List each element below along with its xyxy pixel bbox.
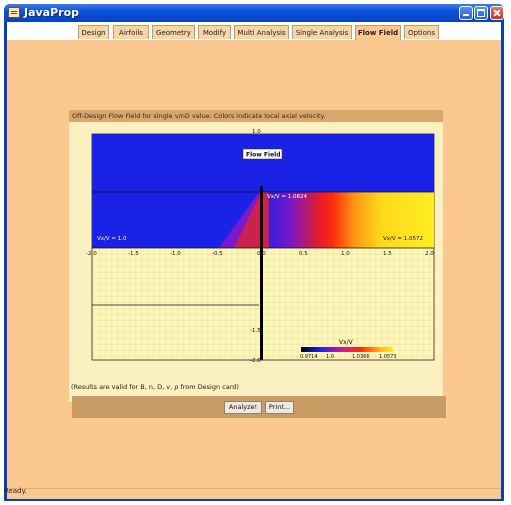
legend-color-bar — [301, 347, 393, 352]
label-far-wake: Vx/V = 1.0572 — [383, 236, 423, 242]
tab-airfoils[interactable]: Airfoils — [113, 25, 149, 39]
free-stream-region — [92, 134, 434, 192]
tab-geometry[interactable]: Geometry — [152, 25, 195, 39]
tab-modify[interactable]: Modify — [198, 25, 231, 39]
legend-tick: 0.9714 — [300, 354, 318, 360]
x-tick-label: 1.5 — [383, 251, 392, 257]
tab-single-analysis[interactable]: Single Analysis — [292, 25, 352, 39]
analyze-button[interactable]: Analyze! — [224, 401, 262, 414]
legend-title: Vx/V — [339, 339, 354, 346]
label-max-velocity: Vx/V = 1.0824 — [267, 194, 307, 200]
status-text: Ready. — [4, 487, 27, 495]
print-button[interactable]: Print... — [265, 401, 294, 414]
y-tick-label: -2.0 — [250, 358, 261, 364]
main-window: JavaProp Design Airfoils Geometry Modify… — [4, 4, 504, 501]
button-bar: Analyze! Print... — [72, 396, 446, 418]
y-tick-label: 1.0 — [252, 129, 261, 135]
tab-bar: Design Airfoils Geometry Modify Multi An… — [7, 22, 501, 40]
close-button[interactable] — [490, 6, 504, 20]
maximize-button[interactable] — [474, 6, 488, 20]
status-bar — [7, 488, 501, 499]
x-tick-label: -1.0 — [170, 251, 181, 257]
window-title: JavaProp — [24, 6, 80, 19]
y-tick-label: -1.5 — [250, 328, 261, 334]
title-bar: JavaProp — [4, 4, 504, 22]
tab-options[interactable]: Options — [404, 25, 439, 39]
client-area: Design Airfoils Geometry Modify Multi An… — [7, 22, 501, 499]
minimize-button[interactable] — [459, 6, 473, 20]
x-tick-label: 0.0 — [257, 251, 266, 257]
legend-tick: 1.0 — [326, 354, 334, 360]
legend-tick: 1.0366 — [352, 354, 370, 360]
tab-design[interactable]: Design — [78, 25, 109, 39]
flow-field-plot: -2.0 -1.5 -1.0 -0.5 0.0 0.5 1.0 1.5 2.0 … — [86, 129, 435, 364]
legend-tick: 1.0573 — [379, 354, 397, 360]
flow-field-panel: Off-Design Flow Field for single v/nD va… — [69, 110, 443, 402]
tab-flow-field[interactable]: Flow Field — [355, 25, 401, 40]
x-tick-label: 2.0 — [425, 251, 434, 257]
label-free-stream: Vx/V = 1.0 — [97, 236, 127, 242]
panel-title: Off-Design Flow Field for single v/nD va… — [69, 110, 443, 122]
x-tick-label: 1.0 — [341, 251, 350, 257]
plot-title: Flow Field — [246, 152, 281, 159]
x-tick-label: -1.5 — [128, 251, 139, 257]
x-tick-label: -0.5 — [212, 251, 223, 257]
results-note: (Results are valid for B, n, D, v, ρ fro… — [71, 383, 239, 391]
tab-multi-analysis[interactable]: Multi Analysis — [234, 25, 289, 39]
x-tick-label: -2.0 — [86, 251, 97, 257]
app-icon — [8, 7, 20, 18]
x-tick-label: 0.5 — [299, 251, 308, 257]
